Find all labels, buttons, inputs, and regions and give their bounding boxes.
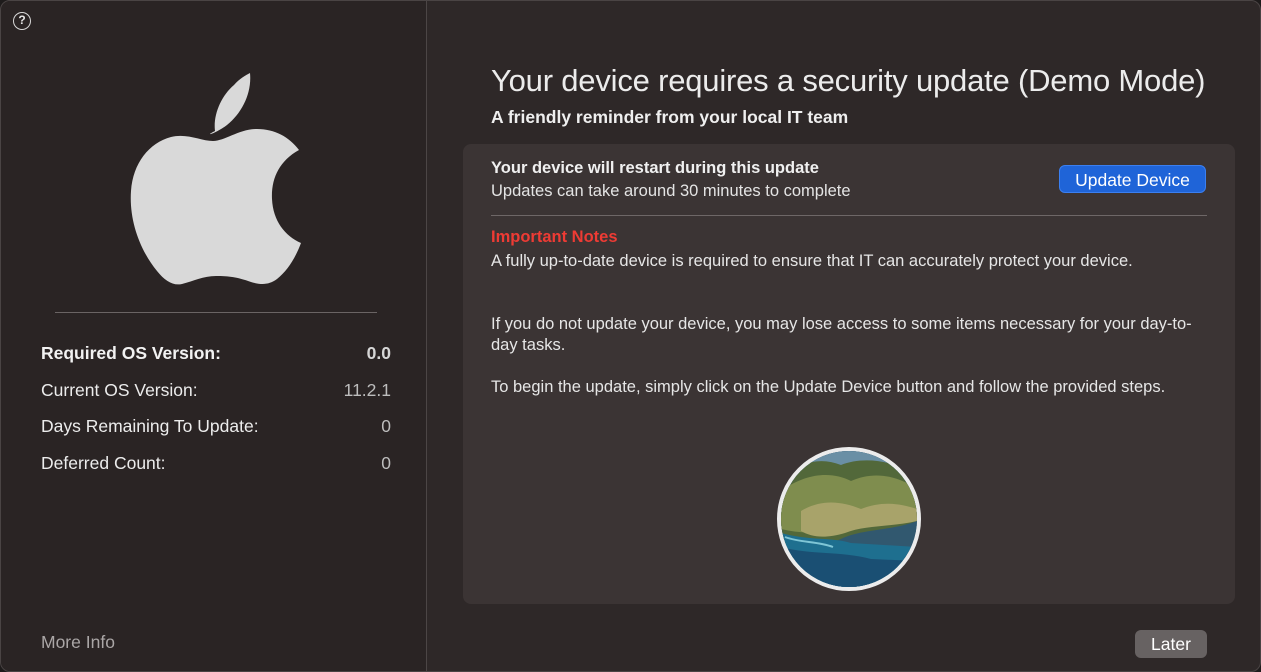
sidebar: ? Required OS Version: 0.0 Current OS Ve… (1, 1, 427, 671)
current-os-row: Current OS Version: 11.2.1 (41, 380, 391, 401)
required-os-label: Required OS Version: (41, 343, 221, 363)
deferred-count-value: 0 (381, 453, 391, 473)
days-remaining-row: Days Remaining To Update: 0 (41, 416, 391, 437)
current-os-value: 11.2.1 (343, 380, 391, 400)
update-device-button[interactable]: Update Device (1059, 165, 1206, 193)
required-os-value: 0.0 (366, 343, 391, 363)
apple-logo-icon (130, 73, 301, 285)
important-notes-heading: Important Notes (491, 228, 618, 246)
update-panel: Your device will restart during this upd… (463, 144, 1235, 604)
nudge-window: ? Required OS Version: 0.0 Current OS Ve… (0, 0, 1261, 672)
required-os-row: Required OS Version: 0.0 (41, 343, 391, 364)
page-subtitle: A friendly reminder from your local IT t… (491, 107, 849, 127)
page-title: Your device requires a security update (… (491, 63, 1206, 98)
restart-title: Your device will restart during this upd… (491, 159, 819, 177)
sidebar-divider (55, 312, 377, 313)
days-remaining-value: 0 (381, 416, 391, 436)
days-remaining-label: Days Remaining To Update: (41, 416, 259, 436)
note-paragraph-1: A fully up-to-date device is required to… (491, 252, 1133, 270)
deferred-count-label: Deferred Count: (41, 453, 166, 473)
current-os-label: Current OS Version: (41, 380, 198, 400)
macos-big-sur-icon (777, 447, 921, 591)
help-icon[interactable]: ? (13, 12, 31, 30)
note-paragraph-2: If you do not update your device, you ma… (491, 315, 1192, 354)
more-info-button[interactable]: More Info (41, 632, 115, 653)
restart-subtitle: Updates can take around 30 minutes to co… (491, 182, 851, 200)
later-button[interactable]: Later (1135, 630, 1207, 658)
panel-divider (491, 215, 1207, 216)
deferred-count-row: Deferred Count: 0 (41, 453, 391, 474)
note-paragraph-3: To begin the update, simply click on the… (491, 378, 1166, 396)
